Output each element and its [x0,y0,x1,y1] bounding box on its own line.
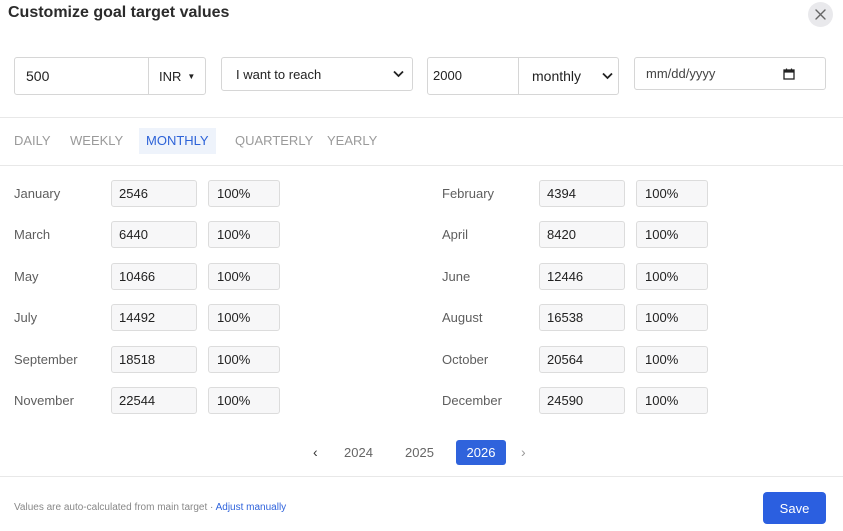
month-value-october[interactable]: 20564 [539,346,625,373]
month-label-may: May [14,269,39,284]
month-label-august: August [442,310,483,325]
month-value-july[interactable]: 14492 [111,304,197,331]
divider [0,117,843,118]
divider [0,476,843,477]
month-label-november: November [14,393,74,408]
currency-dropdown[interactable]: INR ▼ [149,58,205,94]
dialog-title: Customize goal target values [8,4,230,21]
tab-monthly[interactable]: MONTHLY [139,128,216,154]
month-percent-july[interactable]: 100% [208,304,280,331]
month-value-may[interactable]: 10466 [111,263,197,290]
amount-group: 500 INR ▼ [14,57,206,95]
save-button[interactable]: Save [763,492,826,524]
month-label-october: October [442,352,489,367]
goal-type-select[interactable]: I want to reach [221,57,413,91]
month-percent-june[interactable]: 100% [636,263,708,290]
year-2026[interactable]: 2026 [456,440,506,465]
month-percent-october[interactable]: 100% [636,346,708,373]
target-group: 2000 monthly [427,57,619,95]
calendar-icon[interactable] [783,68,795,80]
month-percent-april[interactable]: 100% [636,221,708,248]
footer-note: Values are auto-calculated from main tar… [14,502,286,513]
period-label: monthly [532,68,582,84]
month-percent-december[interactable]: 100% [636,387,708,414]
chevron-down-icon [393,70,404,78]
goal-type-label: I want to reach [236,66,322,82]
footer-note-text: Values are auto-calculated from main tar… [14,502,216,513]
target-controls: 500 INR ▼ I want to reach 2000 monthly m… [0,57,843,95]
date-input[interactable]: mm/dd/yyyy [634,57,826,90]
month-value-april[interactable]: 8420 [539,221,625,248]
divider [0,165,843,166]
year-2025[interactable]: 2025 [405,440,434,465]
prev-year-button[interactable]: ‹ [313,440,318,465]
close-button[interactable] [808,2,833,27]
close-icon [815,9,826,20]
amount-input[interactable]: 500 [15,58,149,94]
month-label-april: April [442,227,469,242]
tab-daily[interactable]: DAILY [14,128,51,154]
month-label-january: January [14,186,61,201]
month-percent-november[interactable]: 100% [208,387,280,414]
month-percent-august[interactable]: 100% [636,304,708,331]
chevron-down-icon [602,72,613,80]
month-value-march[interactable]: 6440 [111,221,197,248]
month-percent-march[interactable]: 100% [208,221,280,248]
month-label-july: July [14,310,38,325]
caret-down-icon: ▼ [187,71,196,81]
currency-label: INR [159,68,182,84]
date-placeholder: mm/dd/yyyy [646,66,716,81]
month-percent-may[interactable]: 100% [208,263,280,290]
month-percent-september[interactable]: 100% [208,346,280,373]
tab-quarterly[interactable]: QUARTERLY [235,128,313,154]
month-value-november[interactable]: 22544 [111,387,197,414]
year-pagination: ‹ 2024 2025 2026 › [0,440,843,465]
month-label-september: September [14,352,78,367]
month-label-february: February [442,186,495,201]
month-value-february[interactable]: 4394 [539,180,625,207]
month-value-august[interactable]: 16538 [539,304,625,331]
period-select[interactable]: monthly [519,58,618,94]
month-percent-january[interactable]: 100% [208,180,280,207]
month-value-january[interactable]: 2546 [111,180,197,207]
next-year-button[interactable]: › [521,440,526,465]
month-value-september[interactable]: 18518 [111,346,197,373]
year-2024[interactable]: 2024 [344,440,373,465]
month-label-march: March [14,227,51,242]
month-percent-february[interactable]: 100% [636,180,708,207]
month-value-june[interactable]: 12446 [539,263,625,290]
month-label-december: December [442,393,502,408]
target-value-input[interactable]: 2000 [428,58,519,94]
month-label-june: June [442,269,471,284]
adjust-manually-link[interactable]: Adjust manually [216,502,287,513]
month-value-december[interactable]: 24590 [539,387,625,414]
tab-weekly[interactable]: WEEKLY [70,128,123,154]
tab-yearly[interactable]: YEARLY [327,128,377,154]
